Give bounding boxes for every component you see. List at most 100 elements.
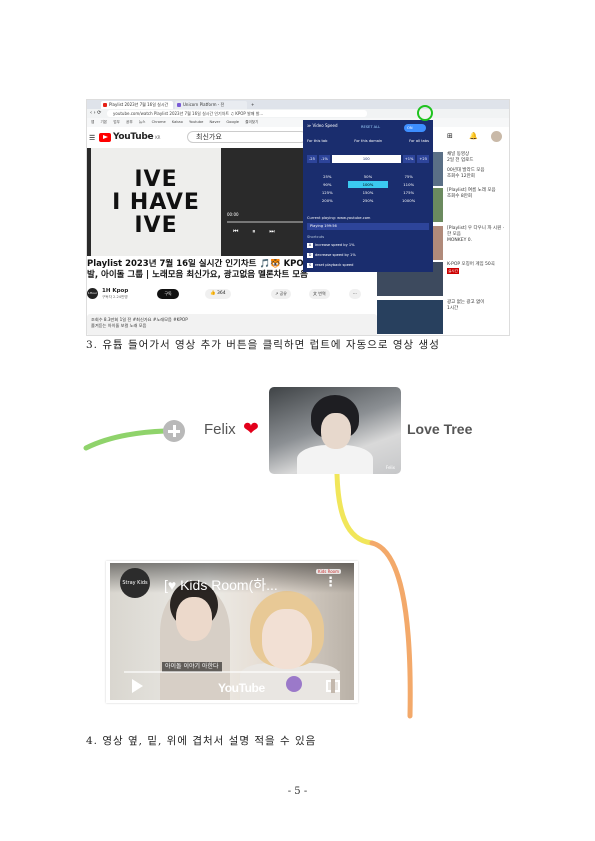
love-tree-mindmap: Felix ❤ Felix Love Tree Stray Kids [♥ Ki…: [0, 380, 595, 725]
plus-25-button[interactable]: +25: [417, 155, 429, 163]
shortcut-row: Aincrease speed by 1%: [307, 243, 355, 248]
scope-radio-domain[interactable]: For this domain: [354, 139, 382, 143]
browser-tab-active[interactable]: Playlist 2023년 7월 16일 실시간: [101, 101, 173, 109]
youtube-play-icon: [99, 132, 111, 142]
channel-avatar[interactable]: 1Hour: [87, 288, 98, 299]
caption-step-3: 3. 유튭 들어가서 영상 추가 버튼을 클릭하면 럽트에 자동으로 영상 생성: [86, 339, 440, 351]
minus-25-button[interactable]: -25: [307, 155, 317, 163]
shortcut-row: Ddecrease speed by 1%: [307, 253, 356, 258]
video-badge: Kids Room: [316, 569, 342, 574]
fullscreen-icon[interactable]: [326, 679, 340, 693]
thumbs-up-icon: 👍: [210, 291, 218, 296]
more-button[interactable]: ···: [349, 289, 361, 299]
channel-row: 1Hour 1H Kpop 구독자 2.24만명 구독 👍 364 ↗ 공유 文…: [87, 286, 377, 302]
browser-tab[interactable]: Unicorn Platform - 전: [175, 101, 247, 109]
more-vert-icon[interactable]: ⋮: [324, 575, 337, 590]
video-thumbnail: [377, 300, 443, 334]
orange-branch: [369, 540, 413, 719]
page-number: - 5 -: [287, 786, 308, 797]
speed-preset[interactable]: 75%: [388, 173, 429, 180]
back-forward-icon[interactable]: ‹ › ⟳: [90, 110, 101, 116]
felix-photo[interactable]: Felix: [269, 387, 401, 474]
live-badge: 실시간: [447, 268, 459, 274]
address-bar: ‹ › ⟳ youtube.com/watch Playlist 2023년 7…: [87, 109, 509, 118]
speed-preset[interactable]: 50%: [348, 173, 389, 180]
speed-preset[interactable]: 125%: [307, 189, 348, 196]
person-left-face: [176, 597, 212, 641]
speed-preset-grid: 25% 50% 75% 90% 100% 110% 125% 150% 175%…: [307, 173, 429, 204]
speed-preset[interactable]: 90%: [307, 181, 348, 188]
embedded-video-card[interactable]: Stray Kids [♥ Kids Room(하... Kids Room ⋮…: [106, 561, 358, 703]
bookmark[interactable]: Youtube: [189, 120, 203, 124]
youtube-favicon: [103, 103, 107, 107]
reset-all-button[interactable]: RESET ALL: [361, 125, 380, 129]
playing-status: Playing 199:56: [307, 223, 429, 230]
video-thumbnail[interactable]: Stray Kids [♥ Kids Room(하... Kids Room ⋮…: [110, 563, 354, 700]
speed-preset[interactable]: 200%: [307, 197, 348, 204]
channel-name[interactable]: 1H Kpop: [102, 288, 128, 294]
speed-input[interactable]: 100: [331, 155, 401, 163]
translate-button[interactable]: 文 번역: [309, 289, 330, 299]
shortcuts-heading: Shortcuts: [307, 235, 325, 239]
video-title[interactable]: [♥ Kids Room(하...: [164, 575, 278, 595]
bookmark[interactable]: 앱: [91, 120, 94, 124]
bookmark[interactable]: Chrome: [152, 120, 166, 124]
speed-preset[interactable]: 25%: [307, 173, 348, 180]
extension-title: ≫ Video Speed: [307, 123, 338, 128]
bookmark[interactable]: 뉴스: [139, 120, 146, 124]
photo-face: [321, 413, 351, 449]
person-right-face: [262, 609, 312, 669]
caption-step-4: 4. 영상 옆, 밑, 위에 겹처서 설명 적을 수 있음: [86, 735, 317, 747]
play-icon[interactable]: [132, 679, 143, 693]
bookmark[interactable]: 업무: [113, 120, 120, 124]
create-icon[interactable]: ⊞: [447, 132, 453, 140]
speed-preset[interactable]: 150%: [348, 189, 389, 196]
menu-icon[interactable]: ☰: [89, 134, 95, 142]
scope-options: For this tab For this domain For all tab…: [307, 139, 429, 143]
minus-1-button[interactable]: -1%: [318, 155, 330, 163]
node-label-felix: Felix: [204, 421, 236, 438]
youtube-header: ☰ YouTube KR 최신가요 ⊞ 🔔: [87, 127, 509, 147]
speed-preset[interactable]: 1000%: [388, 197, 429, 204]
browser-tab-bar: Playlist 2023년 7월 16일 실시간 Unicorn Platfo…: [87, 100, 509, 109]
scope-radio-tab[interactable]: For this tab: [307, 139, 327, 143]
speed-preset-selected[interactable]: 100%: [347, 181, 389, 188]
youtube-logo[interactable]: YouTube KR: [99, 132, 160, 142]
video-progress-bar[interactable]: [124, 671, 340, 673]
player-controls[interactable]: ⏮ ⏸ ⏭: [233, 228, 281, 236]
bookmark[interactable]: Naver: [209, 120, 220, 124]
bookmark[interactable]: Google: [226, 120, 239, 124]
search-input[interactable]: 최신가요: [187, 131, 307, 143]
url-field[interactable]: youtube.com/watch Playlist 2023년 7월 16일 …: [107, 110, 367, 117]
bookmark[interactable]: 즐겨찾기: [245, 120, 258, 124]
subscribe-button[interactable]: 구독: [157, 289, 179, 299]
add-video-button[interactable]: [163, 420, 185, 442]
current-playing-label: Current playing: www.youtube.com: [307, 216, 371, 220]
unicorn-favicon: [177, 103, 181, 107]
scope-radio-all[interactable]: For all tabs: [409, 139, 429, 143]
shortcut-row: Sreset playback speed: [307, 263, 354, 268]
plus-1-button[interactable]: +1%: [402, 155, 416, 163]
bookmark[interactable]: 기본: [100, 120, 107, 124]
video-player[interactable]: IVE I HAVE IVE 00:00 ⏮ ⏸ ⏭: [87, 148, 324, 256]
share-button[interactable]: ↗ 공유: [271, 289, 291, 299]
bookmark[interactable]: Kakao: [172, 120, 183, 124]
speed-preset[interactable]: 175%: [388, 189, 429, 196]
channel-logo[interactable]: Stray Kids: [120, 568, 150, 598]
album-art: IVE I HAVE IVE: [91, 148, 221, 256]
node-label-love-tree: Love Tree: [407, 421, 473, 437]
bookmark[interactable]: 공부: [126, 120, 133, 124]
new-tab-button[interactable]: +: [249, 101, 259, 109]
enable-toggle[interactable]: ON: [404, 124, 426, 132]
video-description[interactable]: 조회수 8.3만회 1일 전 #최신가요 #노래모음 #KPOP 즐겨듣는 아이…: [87, 314, 377, 335]
like-button[interactable]: 👍 364: [205, 289, 231, 299]
bell-icon[interactable]: 🔔: [469, 132, 478, 140]
photo-watermark: Felix: [385, 465, 395, 470]
video-speed-extension-popup: ≫ Video Speed RESET ALL ON For this tab …: [303, 120, 433, 272]
channel-subscribers: 구독자 2.24만명: [102, 295, 128, 299]
avatar[interactable]: [491, 131, 502, 142]
youtube-watermark[interactable]: YouTube: [218, 681, 265, 695]
speed-preset[interactable]: 110%: [388, 181, 429, 188]
player-time: 00:00: [227, 212, 239, 217]
speed-preset[interactable]: 250%: [348, 197, 389, 204]
